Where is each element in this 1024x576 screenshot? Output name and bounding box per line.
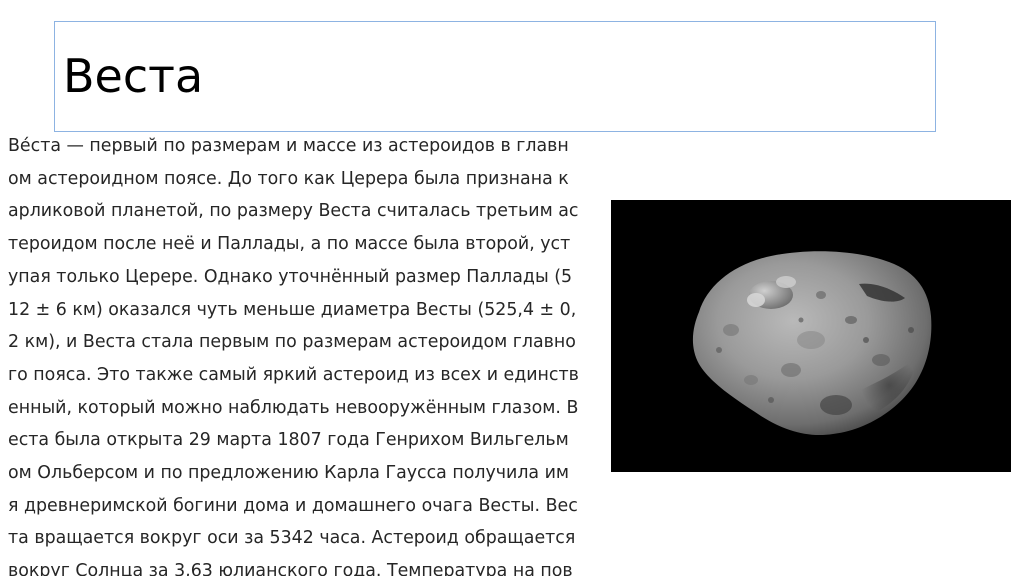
slide-title: Веста [63, 49, 204, 103]
body-line: 2 км), и Веста стала первым по размерам … [8, 332, 576, 353]
slide: Веста Ве́ста — первый по размерам и масс… [0, 0, 1024, 576]
body-line: енный, который можно наблюдать невооружё… [8, 397, 579, 418]
body-line: вокруг Солнца за 3,63 юлианского года. Т… [8, 561, 573, 576]
body-line: тероидом после неё и Паллады, а по массе… [8, 234, 571, 255]
body-line: упая только Церере. Однако уточнённый ра… [8, 266, 573, 287]
title-placeholder: Веста [54, 21, 936, 132]
body-line: еста была открыта 29 марта 1807 года Ген… [8, 430, 569, 451]
asteroid-image [611, 200, 1011, 472]
asteroid-vesta-photo [611, 200, 1011, 472]
body-text: Ве́ста — первый по размерам и массе из а… [8, 130, 608, 576]
body-line: го пояса. Это также самый яркий астероид… [8, 364, 579, 385]
body-line: та вращается вокруг оси за 5342 часа. Ас… [8, 528, 576, 549]
body-line: 12 ± 6 км) оказался чуть меньше диаметра… [8, 299, 577, 320]
body-line: ом Ольберсом и по предложению Карла Гаус… [8, 463, 570, 484]
body-line: ом астероидном поясе. До того как Церера… [8, 168, 569, 189]
body-line: арликовой планетой, по размеру Веста счи… [8, 201, 579, 222]
body-line: я древнеримской богини дома и домашнего … [8, 495, 578, 516]
body-line: Ве́ста — первый по размерам и массе из а… [8, 136, 569, 156]
